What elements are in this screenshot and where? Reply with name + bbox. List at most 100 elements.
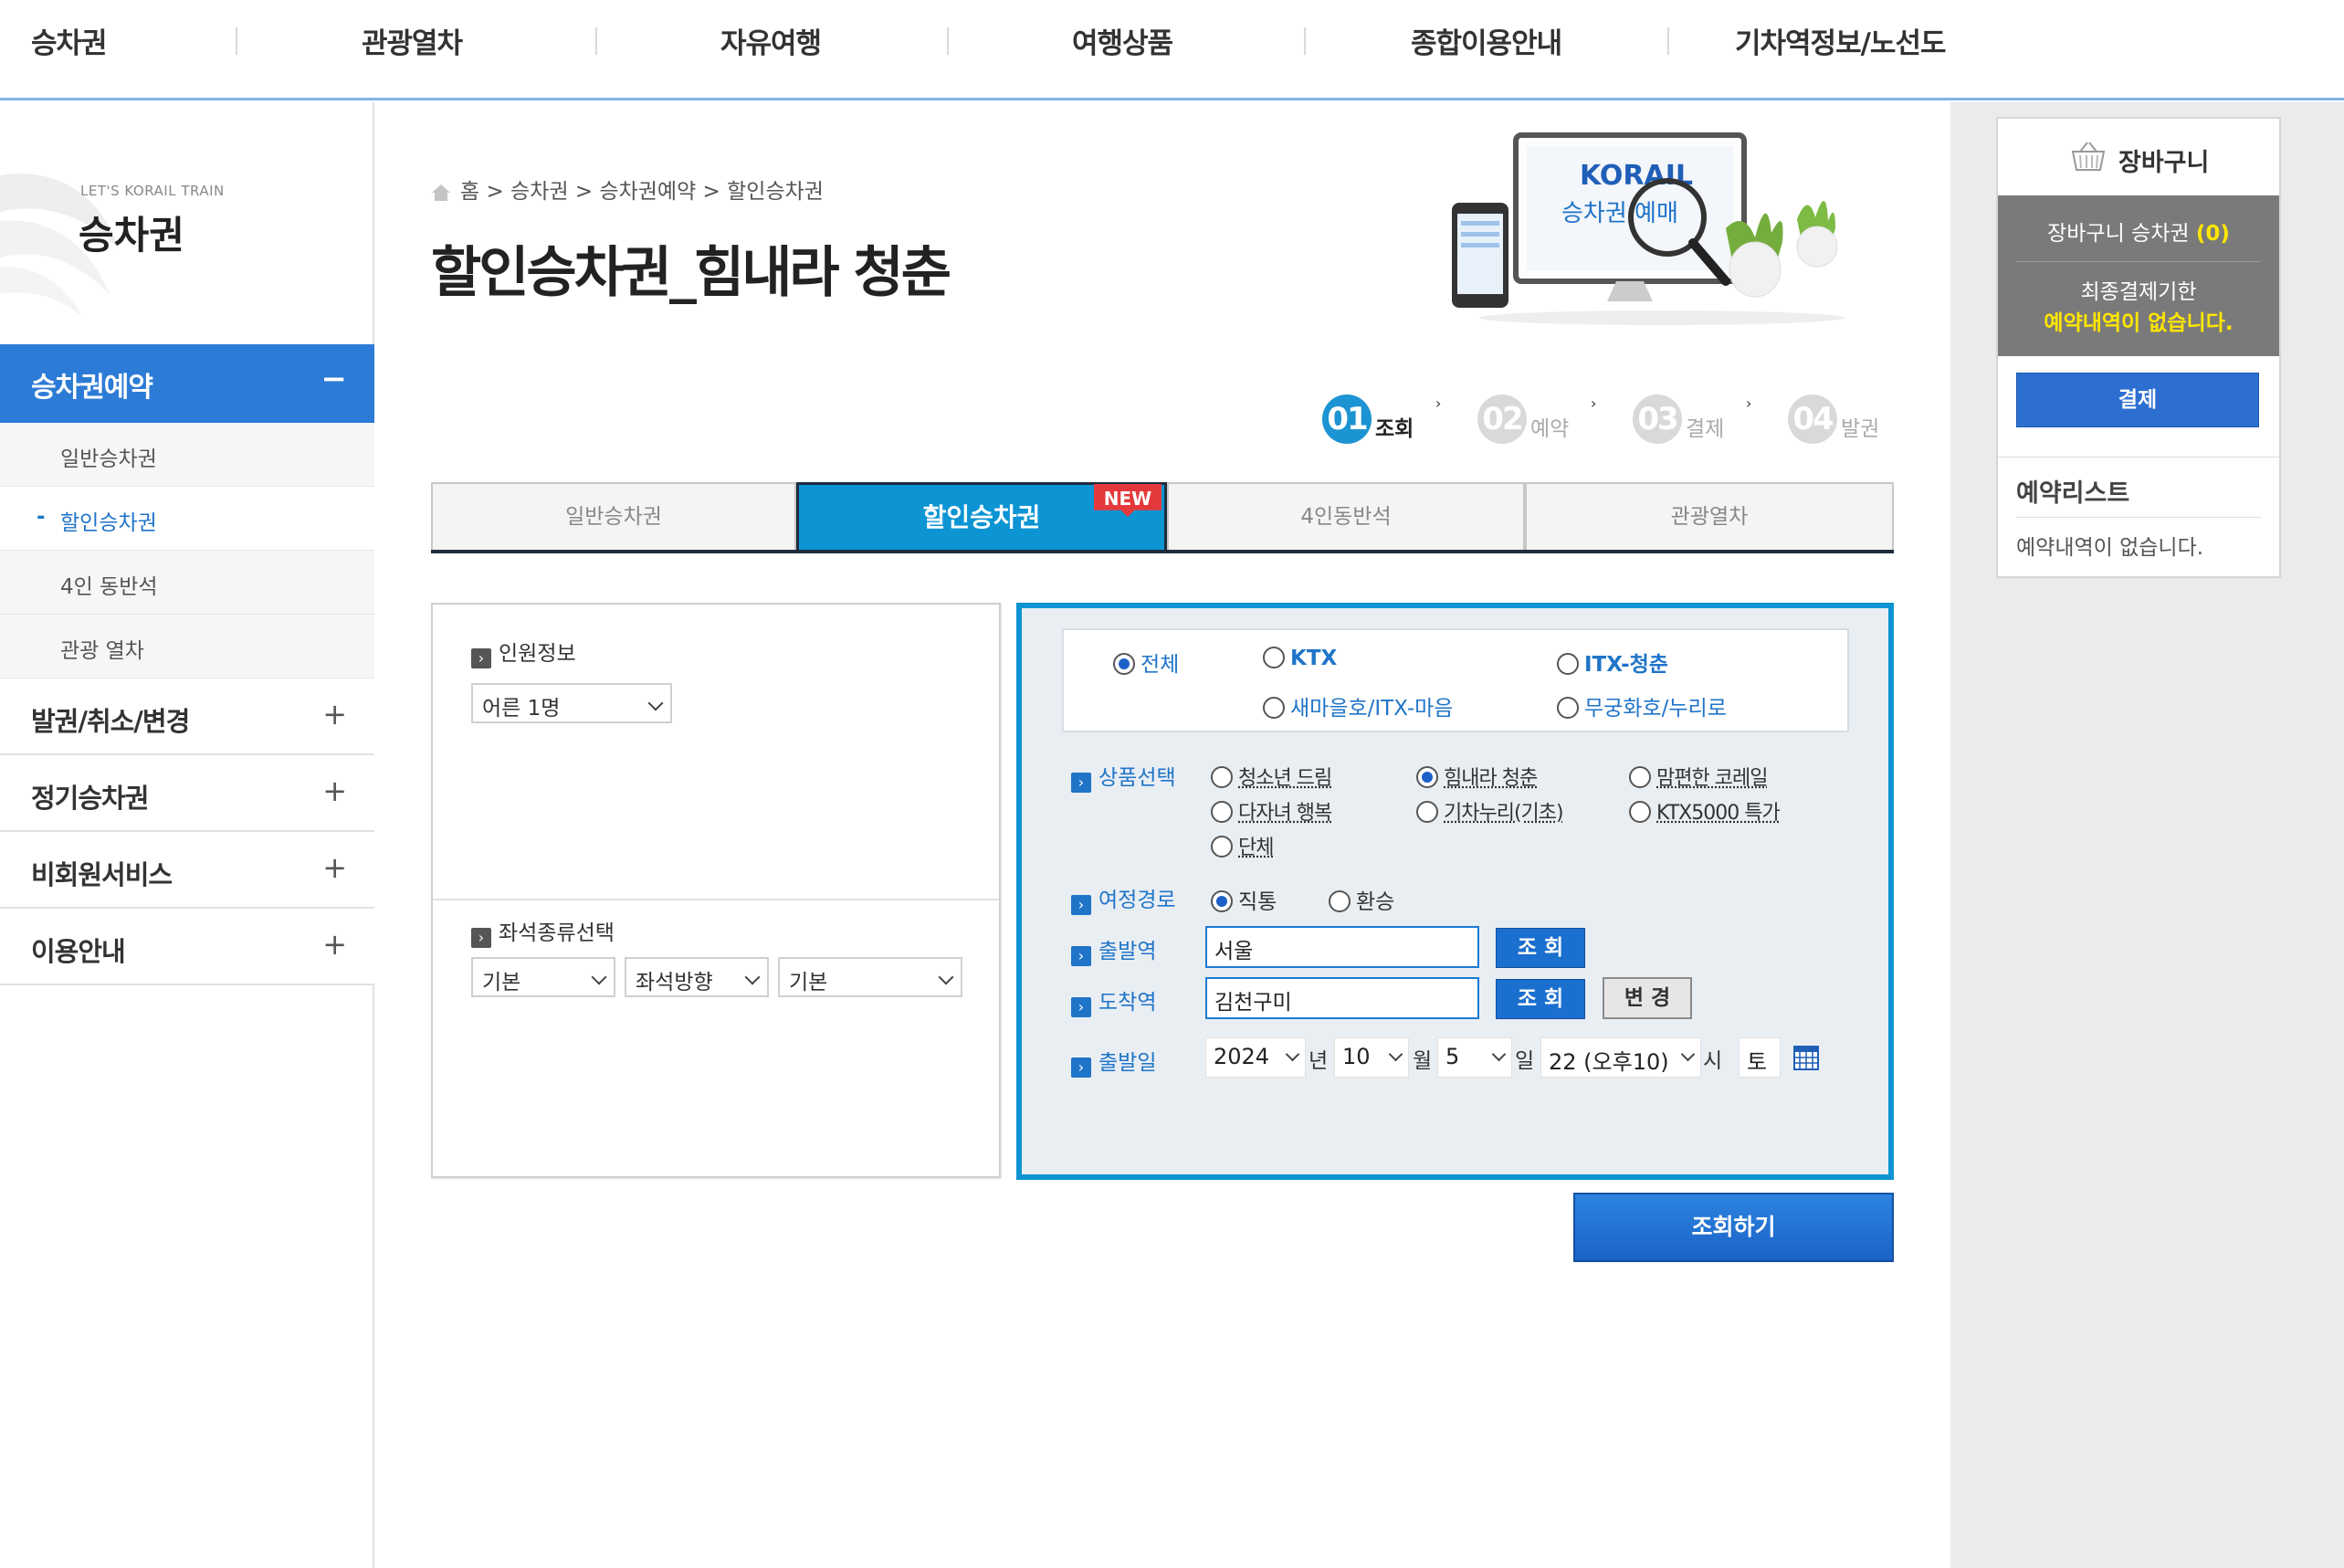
day-unit: 일 (1515, 1049, 1535, 1073)
cart-summary: 장바구니 승차권 (0) 최종결제기한 예약내역이 없습니다. (1998, 195, 2279, 356)
tab-tour-train[interactable]: 관광열차 (1525, 482, 1894, 550)
sidebar-item-usage-guide[interactable]: 이용안내 + (0, 909, 374, 985)
route-label: › 여정경로 (1071, 882, 1176, 915)
top-navigation: 승차권 관광열차 자유여행 여행상품 종합이용안내 기차역정보/노선도 (0, 0, 2344, 100)
radio-product-group[interactable]: 단체 (1211, 831, 1274, 860)
expand-icon[interactable]: + (322, 773, 347, 808)
current-marker: - (37, 505, 46, 529)
departure-lookup-button[interactable]: 조 회 (1496, 928, 1585, 968)
arrival-input[interactable]: 김천구미 (1205, 977, 1479, 1019)
radio-route-direct[interactable]: 직통 (1211, 884, 1277, 915)
arrow-right-icon: › (1071, 997, 1091, 1017)
sidebar-subitem-tour-train[interactable]: 관광 열차 (0, 615, 374, 679)
brand-tagline: LET'S KORAIL TRAIN (80, 183, 225, 199)
sidebar-item-issue-cancel[interactable]: 발권/취소/변경 + (0, 679, 374, 755)
divider (2016, 261, 2261, 262)
sidebar-item-guest-service[interactable]: 비회원서비스 + (0, 832, 374, 909)
expand-icon[interactable]: + (322, 927, 347, 962)
sidebar-subitem-general[interactable]: 일반승차권 (0, 423, 374, 487)
expand-icon[interactable]: + (322, 850, 347, 885)
home-icon[interactable] (431, 184, 451, 202)
month-select[interactable]: 10 (1334, 1037, 1409, 1078)
radio-product-multi-child[interactable]: 다자녀 행복 (1211, 796, 1332, 826)
radio-train-all[interactable]: 전체 (1113, 647, 1179, 678)
sidebar-item-season-ticket[interactable]: 정기승차권 + (0, 755, 374, 832)
cart-count: (0) (2195, 222, 2230, 246)
arrival-lookup-button[interactable]: 조 회 (1496, 979, 1585, 1019)
search-panel: 전체 KTX ITX-청춘 새마을호/ITX-마음 무궁화호/누리로 › 상품선택… (1016, 603, 1894, 1180)
chevron-down-icon (647, 695, 664, 711)
departure-input[interactable]: 서울 (1205, 926, 1479, 968)
collapse-icon[interactable]: − (321, 361, 348, 397)
chevron-down-icon (1388, 1047, 1403, 1062)
left-sidebar: LET'S KORAIL TRAIN 승차권 승차권예약 − 일반승차권 - 할… (0, 102, 374, 1568)
sidebar-title: 승차권 (79, 213, 184, 258)
radio-route-transfer[interactable]: 환승 (1329, 884, 1394, 915)
radio-icon (1211, 836, 1233, 858)
step-number: 03 (1633, 395, 1682, 444)
radio-selected-icon (1416, 766, 1438, 788)
subitem-label: 관광 열차 (60, 639, 144, 663)
ticket-type-tabs: 일반승차권 할인승차권 4인동반석 관광열차 (431, 482, 1894, 553)
hour-select[interactable]: 22 (오후10) (1540, 1037, 1701, 1078)
arrow-right-icon: › (471, 648, 491, 668)
chevron-down-icon (744, 969, 761, 985)
swap-stations-button[interactable]: 변 경 (1603, 977, 1692, 1019)
radio-product-gicha-nuri[interactable]: 기차누리(기초) (1416, 796, 1564, 826)
sidebar-item-reservation[interactable]: 승차권예약 − (0, 344, 374, 423)
divider (433, 899, 999, 900)
radio-selected-icon (1113, 653, 1135, 675)
chevron-down-icon (938, 969, 954, 985)
seat-position-select[interactable]: 기본 (778, 957, 962, 997)
passenger-panel: › 인원정보 어른 1명 › 좌석종류선택 기본 좌석방향 기본 (431, 603, 1001, 1178)
radio-train-itx-youth[interactable]: ITX-청춘 (1557, 647, 1668, 678)
radio-train-mugunghwa[interactable]: 무궁화호/누리로 (1557, 690, 1727, 721)
tab-general[interactable]: 일반승차권 (431, 482, 796, 550)
page-title: 할인승차권_힘내라 청춘 (431, 241, 951, 305)
day-select[interactable]: 5 (1437, 1037, 1512, 1078)
nav-divider (1304, 27, 1306, 55)
step-label: 발권 (1841, 417, 1880, 441)
radio-product-cheer-up-youth[interactable]: 힘내라 청춘 (1416, 762, 1538, 791)
passenger-select[interactable]: 어른 1명 (471, 683, 672, 723)
arrow-right-icon: › (1071, 773, 1091, 793)
nav-station-info[interactable]: 기차역정보/노선도 (1735, 20, 1946, 61)
radio-icon (1629, 801, 1651, 823)
basket-icon (2071, 142, 2106, 171)
radio-train-ktx[interactable]: KTX (1263, 647, 1337, 670)
radio-train-saemaeul[interactable]: 새마을호/ITX-마음 (1263, 690, 1453, 721)
sidebar-subitem-discount[interactable]: - 할인승차권 (0, 487, 374, 551)
weekday-display: 토 (1739, 1037, 1781, 1078)
sidebar-item-label: 이용안내 (31, 936, 126, 967)
sidebar-subitem-four-seat[interactable]: 4인 동반석 (0, 551, 374, 615)
train-type-box: 전체 KTX ITX-청춘 새마을호/ITX-마음 무궁화호/누리로 (1062, 628, 1849, 732)
nav-tickets[interactable]: 승차권 (31, 20, 108, 61)
departure-label: › 출발역 (1071, 933, 1156, 966)
radio-product-ktx5000[interactable]: KTX5000 특가 (1629, 796, 1781, 826)
year-select[interactable]: 2024 (1205, 1037, 1306, 1078)
calendar-icon[interactable] (1793, 1045, 1819, 1070)
radio-product-youth-dream[interactable]: 청소년 드림 (1211, 762, 1332, 791)
nav-free-travel[interactable]: 자유여행 (720, 20, 822, 61)
ticket-reservation-illustration: KORAIL 승차권 예매 (1452, 132, 1845, 325)
seat-direction-select[interactable]: 좌석방향 (625, 957, 769, 997)
seat-type-label: › 좌석종류선택 (471, 915, 615, 948)
nav-tour-trains[interactable]: 관광열차 (362, 20, 463, 61)
cart-header: 장바구니 (1998, 119, 2279, 195)
radio-icon (1557, 697, 1579, 719)
pay-button[interactable]: 결제 (2016, 373, 2259, 427)
hour-unit: 시 (1703, 1049, 1723, 1073)
cart-title: 장바구니 (2118, 149, 2210, 177)
tab-four-seat[interactable]: 4인동반석 (1167, 482, 1525, 550)
reservation-list-empty: 예약내역이 없습니다. (2016, 536, 2204, 560)
nav-guide[interactable]: 종합이용안내 (1411, 20, 1562, 61)
nav-divider (595, 27, 597, 55)
radio-product-comfort-korail[interactable]: 맘편한 코레일 (1629, 762, 1768, 791)
seat-class-select[interactable]: 기본 (471, 957, 615, 997)
radio-icon (1329, 890, 1351, 912)
search-button[interactable]: 조회하기 (1573, 1193, 1894, 1262)
date-label: › 출발일 (1071, 1045, 1156, 1078)
nav-travel-products[interactable]: 여행상품 (1072, 20, 1173, 61)
expand-icon[interactable]: + (322, 697, 347, 731)
radio-icon (1416, 801, 1438, 823)
